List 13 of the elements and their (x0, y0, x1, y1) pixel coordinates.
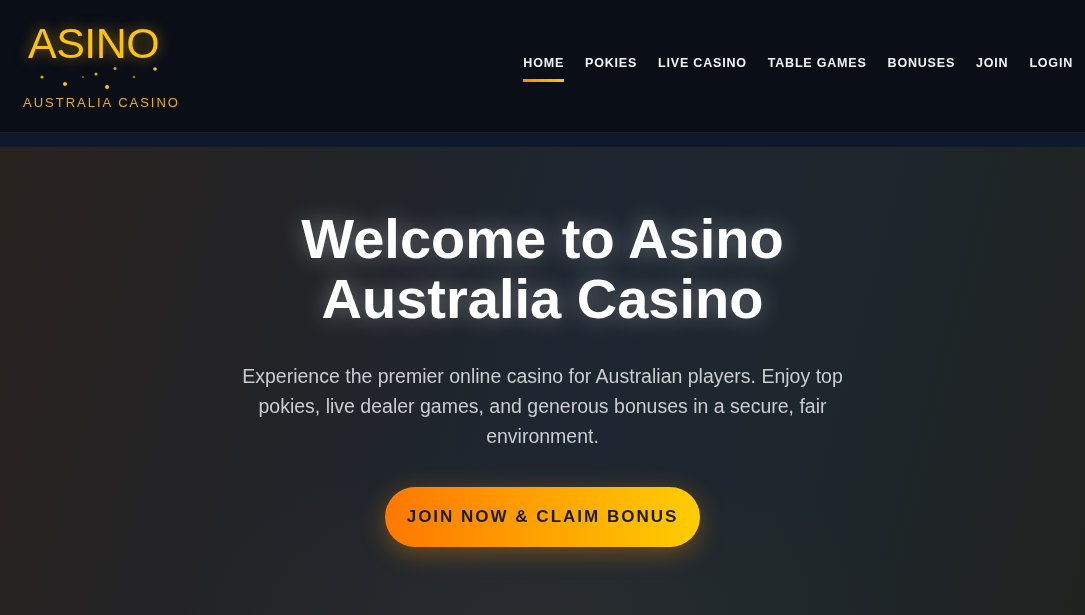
join-bonus-button[interactable]: JOIN NOW & CLAIM BONUS (385, 487, 700, 547)
logo-wordmark[interactable]: ASINO (23, 22, 160, 65)
nav-link[interactable]: POKIES (585, 54, 638, 82)
sparkle-dots-icon (39, 67, 159, 89)
nav-link[interactable]: TABLE GAMES (767, 54, 867, 82)
nav-link[interactable]: JOIN (976, 54, 1009, 82)
nav-link[interactable]: LOGIN (1029, 54, 1073, 82)
nav-link[interactable]: BONUSES (887, 54, 956, 82)
logo-tagline: AUSTRALIA CASINO (23, 94, 181, 112)
nav-link[interactable]: HOME (523, 54, 565, 82)
hero-description: Experience the premier online casino for Australian players. Enjoy top pokies, live dealer games, and generous bonuses in a secure, fair environment. (241, 364, 844, 449)
hero-heading: Welcome to Asino Australia Casino (300, 209, 785, 329)
nav-link[interactable]: LIVE CASINO (658, 54, 747, 82)
